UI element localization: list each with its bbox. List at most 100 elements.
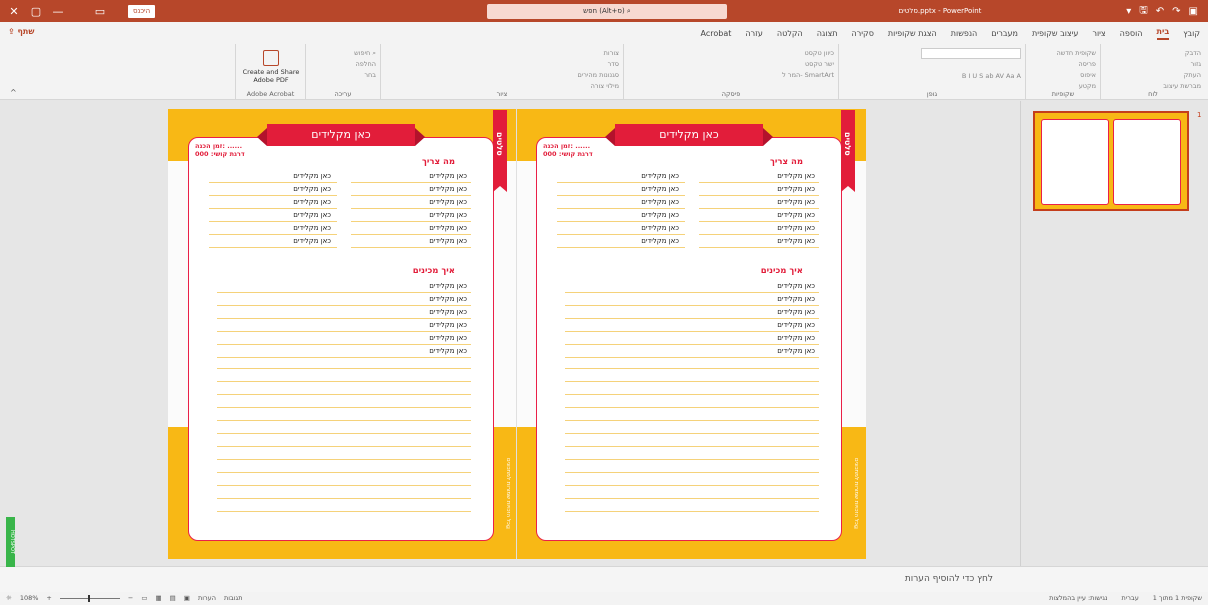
ingredient-item[interactable]: כאן מקלידים [641,224,679,232]
notes-toggle[interactable]: הערות [198,594,216,602]
share-button[interactable]: ⇪ שתף [8,27,34,40]
method-step[interactable]: כאן מקלידים [429,308,467,316]
method-step[interactable]: כאן מקלידים [429,334,467,342]
zoom-out-button[interactable]: − [128,594,133,602]
new-slide-button[interactable]: שקופית חדשה [1030,48,1097,59]
tab-design[interactable]: עיצוב שקופית [1032,29,1078,38]
ingredient-item[interactable]: כאן מקלידים [777,237,815,245]
ingredient-item[interactable]: כאן מקלידים [641,172,679,180]
paste-button[interactable]: הדבק [1105,48,1201,59]
recipe-card-left[interactable]: סלטים כאן מקלידים זמן הכנה: ...... דרגת … [188,110,511,541]
method-step[interactable]: כאן מקלידים [429,321,467,329]
present-icon[interactable]: 🖫 [1139,3,1148,20]
undo-icon[interactable]: ↶ [1156,6,1164,17]
ingredient-item[interactable]: כאן מקלידים [429,237,467,245]
recipe-card-right[interactable]: סלטים כאן מקלידים זמן הכנה: ...... דרגת … [536,110,859,541]
tab-record[interactable]: הקלטה [777,29,803,38]
reading-view-icon[interactable]: ▦ [155,594,161,602]
ingredient-item[interactable]: כאן מקלידים [293,172,331,180]
ingredient-item[interactable]: כאן מקלידים [429,211,467,219]
ingredient-item[interactable]: כאן מקלידים [293,198,331,206]
sign-in-button[interactable]: היכנס [128,5,156,18]
close-window-button[interactable]: ✕ [4,0,24,22]
method-step[interactable]: כאן מקלידים [777,282,815,290]
quick-styles-button[interactable]: סגנונות מהירים [385,70,619,81]
meta-left[interactable]: זמן הכנה: ...... דרגת קושי: 000 [195,142,245,158]
ingredient-item[interactable]: כאן מקלידים [641,237,679,245]
method-step[interactable]: כאן מקלידים [777,347,815,355]
method-step[interactable]: כאן מקלידים [429,282,467,290]
redo-icon[interactable]: ↷ [1172,6,1180,17]
notes-placeholder[interactable]: לחץ כדי להוסיף הערות [905,574,993,584]
ingredient-item[interactable]: כאן מקלידים [293,211,331,219]
font-name-combo[interactable] [921,48,1021,59]
method-step[interactable]: כאן מקלידים [777,334,815,342]
zoom-slider[interactable] [59,594,120,602]
smartart-button[interactable]: המר ל- SmartArt [628,70,834,81]
sorter-view-icon[interactable]: ▤ [170,594,176,602]
ingredient-item[interactable]: כאן מקלידים [777,185,815,193]
reset-button[interactable]: איפוס [1030,70,1096,81]
fit-slide-icon[interactable]: ☼ [6,594,12,602]
tab-acrobat[interactable]: Acrobat [701,29,732,38]
ingredient-item[interactable]: כאן מקלידים [293,224,331,232]
restore-window-button[interactable]: ▢ [26,0,46,22]
ingredient-item[interactable]: כאן מקלידים [641,185,679,193]
shapes-gallery[interactable]: צורות [385,48,619,59]
ribbon-display-button[interactable]: ▭ [90,0,110,22]
save-icon[interactable]: ▣ [1189,6,1198,17]
collapse-ribbon-icon[interactable]: ^ [10,88,17,97]
ingredient-item[interactable]: כאן מקלידים [429,198,467,206]
minimize-window-button[interactable]: — [48,0,68,22]
method-step[interactable]: כאן מקלידים [429,295,467,303]
normal-view-icon[interactable]: ▣ [184,594,190,602]
ingredient-item[interactable]: כאן מקלידים [641,198,679,206]
align-text-button[interactable]: ישר טקסט [628,59,834,70]
slide-thumbnail[interactable] [1033,111,1189,211]
method-step[interactable]: כאן מקלידים [429,347,467,355]
meta-right[interactable]: זמן הכנה: ...... דרגת קושי: 000 [543,142,593,158]
method-step[interactable]: כאן מקלידים [777,295,815,303]
ingredient-item[interactable]: כאן מקלידים [777,224,815,232]
replace-button[interactable]: החלפה [310,59,377,70]
slide-canvas[interactable]: סלטים כאן מקלידים זמן הכנה: ...... דרגת … [168,109,866,559]
arrange-button[interactable]: סדר [385,59,619,70]
ingredient-item[interactable]: כאן מקלידים [293,237,331,245]
text-direction-button[interactable]: כיוון טקסט [628,48,834,59]
tab-insert[interactable]: הוספה [1120,29,1143,38]
cut-button[interactable]: גזור [1105,59,1201,70]
notes-pane[interactable]: HOTSPOT לחץ כדי להוסיף הערות [0,517,1208,592]
tab-file[interactable]: קובץ [1183,29,1200,38]
create-pdf-button[interactable]: Create and Share Adobe PDF [238,50,304,84]
tab-home[interactable]: בית [1156,27,1170,40]
tab-help[interactable]: עזרה [745,29,763,38]
layout-button[interactable]: פריסה [1030,59,1096,70]
tab-transitions[interactable]: מעברים [991,29,1018,38]
tab-animations[interactable]: הנפשות [951,29,978,38]
font-format-buttons[interactable]: B I U S ab AV Aa A [843,71,1021,82]
language-status[interactable]: עברית [1122,594,1139,602]
ingredient-item[interactable]: כאן מקלידים [777,211,815,219]
find-button[interactable]: חיפוש ⌕ [310,48,376,59]
zoom-level[interactable]: 108% [20,594,39,602]
ingredient-item[interactable]: כאן מקלידים [293,185,331,193]
zoom-in-button[interactable]: + [46,594,51,602]
ingredient-item[interactable]: כאן מקלידים [429,172,467,180]
slide-editor[interactable]: סלטים כאן מקלידים זמן הכנה: ...... דרגת … [0,101,1020,566]
title-banner-left[interactable]: כאן מקלידים [257,124,425,146]
method-step[interactable]: כאן מקלידים [777,321,815,329]
ingredient-item[interactable]: כאן מקלידים [429,224,467,232]
tab-draw[interactable]: ציור [1092,29,1105,38]
select-button[interactable]: בחר [310,70,376,81]
ingredient-item[interactable]: כאן מקלידים [429,185,467,193]
ingredient-item[interactable]: כאן מקלידים [777,172,815,180]
customize-qat-icon[interactable]: ▾ [1126,6,1131,17]
search-box[interactable]: חפש (Alt+ס) ⌕ [487,4,727,19]
tab-slideshow[interactable]: הצגת שקופיות [888,29,937,38]
comments-toggle[interactable]: תגובות [224,594,243,602]
copy-button[interactable]: העתק [1105,70,1201,81]
accessibility-status[interactable]: נגישות: עיין בהמלצות [1049,594,1107,602]
ingredient-item[interactable]: כאן מקלידים [641,211,679,219]
tab-view[interactable]: תצוגה [817,29,838,38]
slideshow-view-icon[interactable]: ▭ [141,594,147,602]
